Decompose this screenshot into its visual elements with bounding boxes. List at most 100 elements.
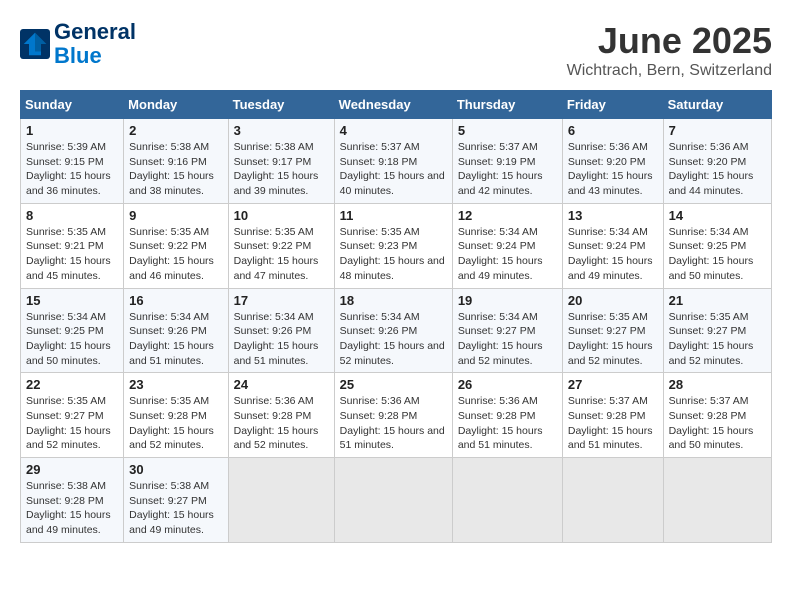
day-info: Sunrise: 5:35 AMSunset: 9:22 PMDaylight:… bbox=[234, 225, 329, 284]
day-info: Sunrise: 5:34 AMSunset: 9:26 PMDaylight:… bbox=[340, 310, 447, 369]
day-number: 18 bbox=[340, 293, 447, 308]
sunrise-text: Sunrise: 5:34 AM bbox=[129, 310, 222, 325]
daylight-text: Daylight: 15 hours and 52 minutes. bbox=[458, 339, 557, 368]
calendar-cell bbox=[452, 458, 562, 543]
sunrise-text: Sunrise: 5:36 AM bbox=[568, 140, 658, 155]
day-number: 11 bbox=[340, 208, 447, 223]
daylight-text: Daylight: 15 hours and 49 minutes. bbox=[458, 254, 557, 283]
daylight-text: Daylight: 15 hours and 51 minutes. bbox=[458, 424, 557, 453]
daylight-text: Daylight: 15 hours and 52 minutes. bbox=[568, 339, 658, 368]
daylight-text: Daylight: 15 hours and 38 minutes. bbox=[129, 169, 222, 198]
day-info: Sunrise: 5:34 AMSunset: 9:25 PMDaylight:… bbox=[26, 310, 118, 369]
sunset-text: Sunset: 9:25 PM bbox=[26, 324, 118, 339]
sunset-text: Sunset: 9:17 PM bbox=[234, 155, 329, 170]
day-number: 12 bbox=[458, 208, 557, 223]
logo-icon bbox=[20, 29, 50, 59]
day-number: 7 bbox=[669, 123, 766, 138]
day-info: Sunrise: 5:36 AMSunset: 9:20 PMDaylight:… bbox=[669, 140, 766, 199]
daylight-text: Daylight: 15 hours and 42 minutes. bbox=[458, 169, 557, 198]
sunset-text: Sunset: 9:25 PM bbox=[669, 239, 766, 254]
sunrise-text: Sunrise: 5:34 AM bbox=[26, 310, 118, 325]
sunset-text: Sunset: 9:23 PM bbox=[340, 239, 447, 254]
daylight-text: Daylight: 15 hours and 51 minutes. bbox=[129, 339, 222, 368]
day-info: Sunrise: 5:35 AMSunset: 9:27 PMDaylight:… bbox=[26, 394, 118, 453]
daylight-text: Daylight: 15 hours and 51 minutes. bbox=[568, 424, 658, 453]
day-number: 24 bbox=[234, 377, 329, 392]
column-header-tuesday: Tuesday bbox=[228, 91, 334, 119]
calendar-cell: 3Sunrise: 5:38 AMSunset: 9:17 PMDaylight… bbox=[228, 119, 334, 204]
sunset-text: Sunset: 9:27 PM bbox=[568, 324, 658, 339]
sunset-text: Sunset: 9:15 PM bbox=[26, 155, 118, 170]
column-header-thursday: Thursday bbox=[452, 91, 562, 119]
sunset-text: Sunset: 9:27 PM bbox=[26, 409, 118, 424]
calendar-cell: 4 Sunrise: 5:37 AMSunset: 9:18 PMDaylight… bbox=[334, 119, 452, 204]
day-info: Sunrise: 5:35 AMSunset: 9:23 PMDaylight:… bbox=[340, 225, 447, 284]
day-number: 17 bbox=[234, 293, 329, 308]
sunrise-text: Sunrise: 5:37 AM bbox=[340, 140, 447, 155]
calendar-cell: 19Sunrise: 5:34 AMSunset: 9:27 PMDayligh… bbox=[452, 288, 562, 373]
sunset-text: Sunset: 9:24 PM bbox=[458, 239, 557, 254]
calendar-cell: 26 Sunrise: 5:36 AMSunset: 9:28 PMDayligh… bbox=[452, 373, 562, 458]
day-info: Sunrise: 5:36 AMSunset: 9:28 PMDaylight:… bbox=[458, 394, 557, 453]
daylight-text: Daylight: 15 hours and 39 minutes. bbox=[234, 169, 329, 198]
day-info: Sunrise: 5:36 AMSunset: 9:20 PMDaylight:… bbox=[568, 140, 658, 199]
day-info: Sunrise: 5:37 AMSunset: 9:18 PMDaylight:… bbox=[340, 140, 447, 199]
sunset-text: Sunset: 9:28 PM bbox=[26, 494, 118, 509]
calendar-cell: 17Sunrise: 5:34 AMSunset: 9:26 PMDayligh… bbox=[228, 288, 334, 373]
header-row: SundayMondayTuesdayWednesdayThursdayFrid… bbox=[21, 91, 772, 119]
day-info: Sunrise: 5:37 AMSunset: 9:19 PMDaylight:… bbox=[458, 140, 557, 199]
sunrise-text: Sunrise: 5:35 AM bbox=[669, 310, 766, 325]
day-number: 25 bbox=[340, 377, 447, 392]
daylight-text: Daylight: 15 hours and 49 minutes. bbox=[568, 254, 658, 283]
day-info: Sunrise: 5:34 AMSunset: 9:26 PMDaylight:… bbox=[129, 310, 222, 369]
calendar-table: SundayMondayTuesdayWednesdayThursdayFrid… bbox=[20, 90, 772, 543]
calendar-cell: 29Sunrise: 5:38 AMSunset: 9:28 PMDayligh… bbox=[21, 458, 124, 543]
calendar-cell: 25 Sunrise: 5:36 AMSunset: 9:28 PMDayligh… bbox=[334, 373, 452, 458]
day-number: 26 bbox=[458, 377, 557, 392]
day-number: 4 bbox=[340, 123, 447, 138]
daylight-text: Daylight: 15 hours and 52 minutes. bbox=[234, 424, 329, 453]
calendar-cell bbox=[334, 458, 452, 543]
sunset-text: Sunset: 9:27 PM bbox=[458, 324, 557, 339]
sunset-text: Sunset: 9:28 PM bbox=[129, 409, 222, 424]
daylight-text: Daylight: 15 hours and 46 minutes. bbox=[129, 254, 222, 283]
sunrise-text: Sunrise: 5:38 AM bbox=[129, 140, 222, 155]
day-number: 23 bbox=[129, 377, 222, 392]
sunrise-text: Sunrise: 5:35 AM bbox=[340, 225, 447, 240]
day-number: 9 bbox=[129, 208, 222, 223]
calendar-cell: 9Sunrise: 5:35 AMSunset: 9:22 PMDaylight… bbox=[124, 203, 228, 288]
day-number: 29 bbox=[26, 462, 118, 477]
sunset-text: Sunset: 9:27 PM bbox=[669, 324, 766, 339]
column-header-friday: Friday bbox=[562, 91, 663, 119]
sunrise-text: Sunrise: 5:35 AM bbox=[26, 394, 118, 409]
daylight-text: Daylight: 15 hours and 49 minutes. bbox=[129, 508, 222, 537]
sunset-text: Sunset: 9:20 PM bbox=[669, 155, 766, 170]
sunrise-text: Sunrise: 5:36 AM bbox=[669, 140, 766, 155]
sunrise-text: Sunrise: 5:34 AM bbox=[458, 225, 557, 240]
day-info: Sunrise: 5:36 AMSunset: 9:28 PMDaylight:… bbox=[340, 394, 447, 453]
sunrise-text: Sunrise: 5:36 AM bbox=[340, 394, 447, 409]
day-number: 14 bbox=[669, 208, 766, 223]
daylight-text: Daylight: 15 hours and 52 minutes. bbox=[340, 339, 447, 368]
calendar-cell bbox=[663, 458, 771, 543]
daylight-text: Daylight: 15 hours and 44 minutes. bbox=[669, 169, 766, 198]
column-header-saturday: Saturday bbox=[663, 91, 771, 119]
calendar-cell bbox=[228, 458, 334, 543]
daylight-text: Daylight: 15 hours and 45 minutes. bbox=[26, 254, 118, 283]
day-number: 3 bbox=[234, 123, 329, 138]
sunset-text: Sunset: 9:18 PM bbox=[340, 155, 447, 170]
sunset-text: Sunset: 9:20 PM bbox=[568, 155, 658, 170]
day-number: 2 bbox=[129, 123, 222, 138]
day-info: Sunrise: 5:35 AMSunset: 9:27 PMDaylight:… bbox=[568, 310, 658, 369]
sunrise-text: Sunrise: 5:35 AM bbox=[568, 310, 658, 325]
calendar-cell: 16Sunrise: 5:34 AMSunset: 9:26 PMDayligh… bbox=[124, 288, 228, 373]
sunset-text: Sunset: 9:28 PM bbox=[340, 409, 447, 424]
day-number: 13 bbox=[568, 208, 658, 223]
sunset-text: Sunset: 9:24 PM bbox=[568, 239, 658, 254]
sunset-text: Sunset: 9:28 PM bbox=[669, 409, 766, 424]
calendar-cell: 2Sunrise: 5:38 AMSunset: 9:16 PMDaylight… bbox=[124, 119, 228, 204]
daylight-text: Daylight: 15 hours and 50 minutes. bbox=[669, 254, 766, 283]
calendar-cell: 21Sunrise: 5:35 AMSunset: 9:27 PMDayligh… bbox=[663, 288, 771, 373]
day-number: 21 bbox=[669, 293, 766, 308]
day-info: Sunrise: 5:35 AMSunset: 9:21 PMDaylight:… bbox=[26, 225, 118, 284]
